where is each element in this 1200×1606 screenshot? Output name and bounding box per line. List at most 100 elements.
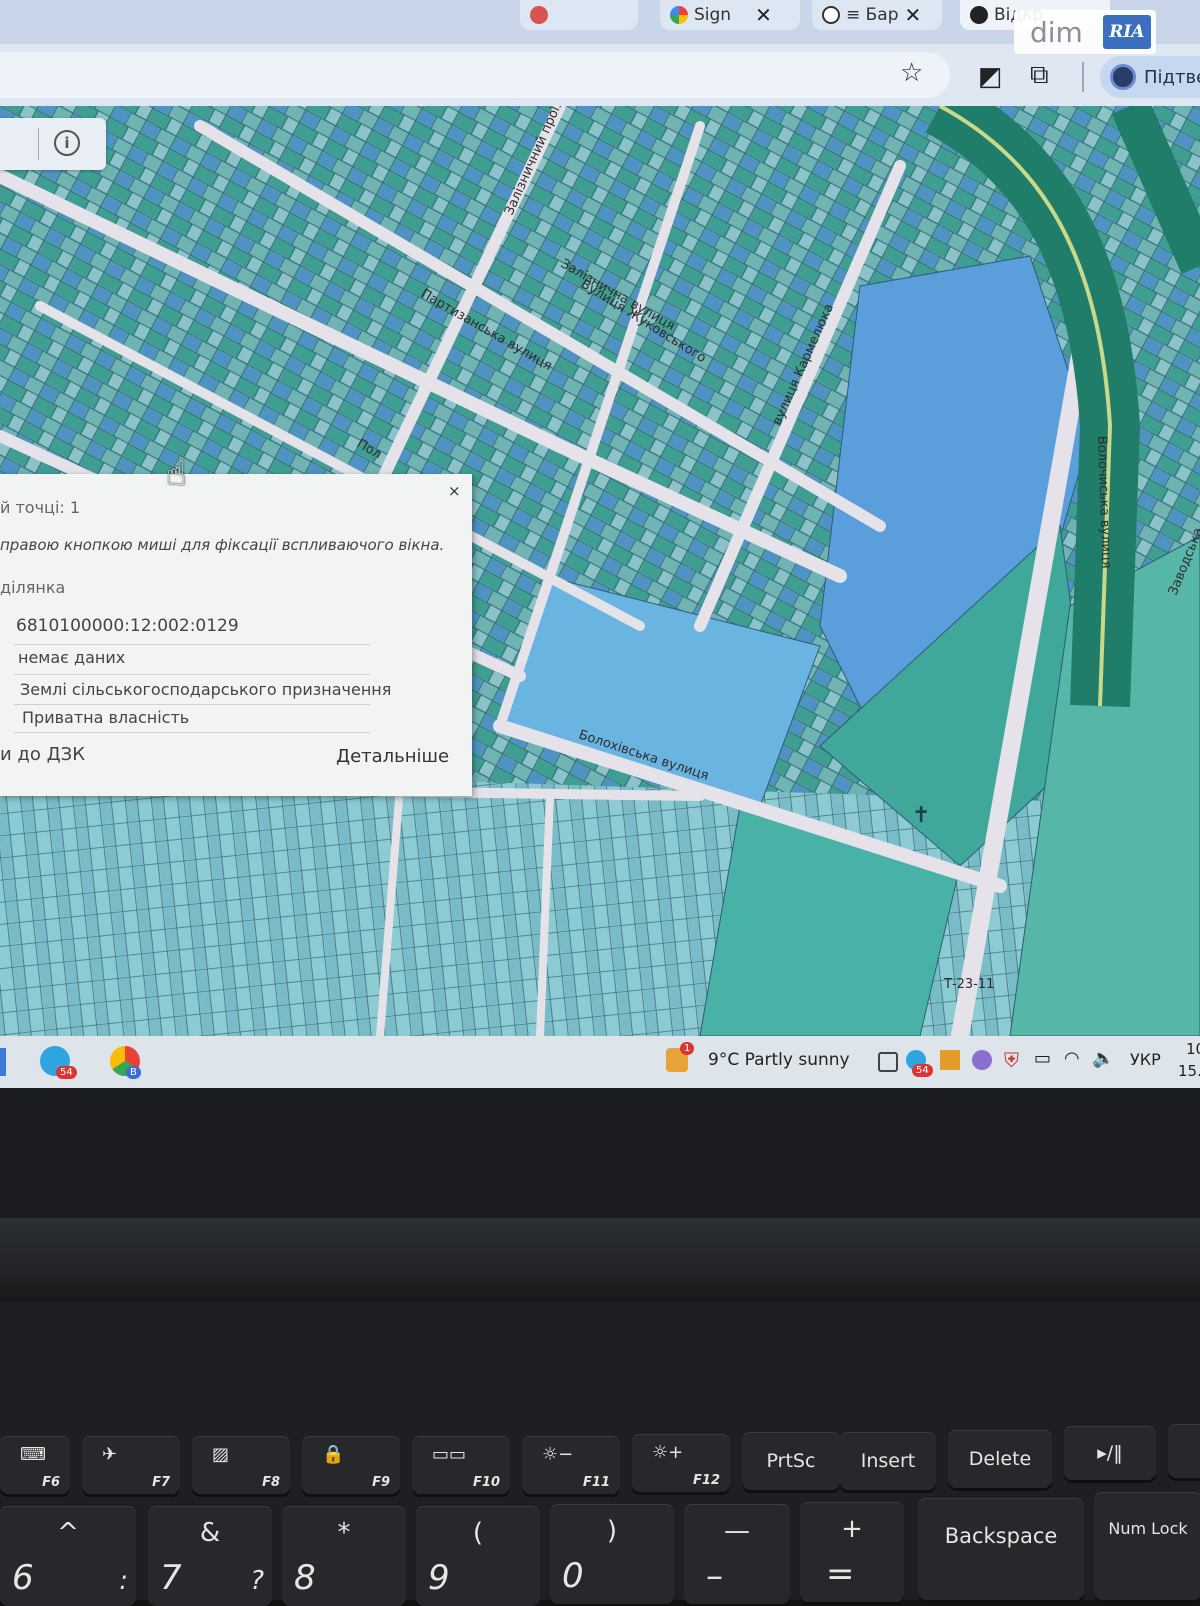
key-digit: 6 bbox=[12, 1558, 34, 1598]
star-icon[interactable]: ☆ bbox=[900, 58, 923, 88]
dzk-link[interactable]: и до ДЗК bbox=[0, 744, 85, 765]
key-digit: 9 bbox=[428, 1558, 450, 1598]
details-link[interactable]: Детальніше bbox=[336, 746, 449, 767]
close-icon[interactable]: × bbox=[448, 482, 461, 500]
hand-cursor-icon: ☝ bbox=[166, 454, 187, 494]
clock-date[interactable]: 15.0 bbox=[1178, 1062, 1200, 1080]
brightness-up-icon: ☼+ bbox=[652, 1442, 684, 1463]
key-digit: 7 bbox=[160, 1558, 182, 1598]
key-shift-char: * bbox=[337, 1518, 351, 1548]
close-icon[interactable]: ✕ bbox=[905, 3, 922, 27]
volume-icon[interactable]: 🔈 bbox=[1092, 1048, 1114, 1069]
tab-favicon-icon bbox=[530, 6, 548, 24]
key-equals[interactable]: + = bbox=[800, 1502, 904, 1602]
avatar bbox=[1110, 64, 1136, 90]
key-shift-char: & bbox=[199, 1518, 221, 1548]
purpose-code: немає даних bbox=[18, 648, 126, 667]
address-bar[interactable]: ☆ bbox=[0, 52, 950, 98]
brightness-down-icon: ☼− bbox=[542, 1444, 574, 1465]
tray-viber-icon[interactable] bbox=[972, 1050, 992, 1070]
key-digit: 0 bbox=[562, 1556, 584, 1596]
taskbar-item-partial[interactable] bbox=[0, 1048, 6, 1076]
key-f12[interactable]: ☼+ F12 bbox=[632, 1434, 730, 1492]
key-shift-char: ( bbox=[472, 1518, 484, 1548]
key-prtsc[interactable]: PrtSc bbox=[742, 1432, 840, 1490]
church-icon: ✝ bbox=[912, 803, 930, 828]
parcel-info-popup: × й точці: 1 правою кнопкою миші для фік… bbox=[0, 474, 472, 796]
tab-label: Sign bbox=[694, 5, 732, 25]
key-9[interactable]: ( 9 bbox=[416, 1506, 540, 1606]
cadastral-number: 6810100000:12:002:0129 bbox=[16, 616, 239, 636]
map-code-label: Т-23-11 bbox=[943, 977, 994, 992]
key-6[interactable]: ^ 6 : bbox=[0, 1506, 136, 1606]
laptop-bezel bbox=[0, 1088, 1200, 1218]
watermark-logo: dim RIA bbox=[1014, 10, 1156, 54]
row-divider bbox=[14, 732, 370, 733]
tray-badge: 54 bbox=[912, 1064, 933, 1077]
key-0[interactable]: ) 0 bbox=[550, 1504, 674, 1604]
popup-title: й точці: 1 bbox=[0, 498, 81, 517]
key-partial[interactable] bbox=[1168, 1424, 1200, 1478]
row-divider bbox=[14, 704, 370, 705]
map-info-control[interactable]: i bbox=[0, 118, 106, 170]
weather-badge: 1 bbox=[680, 1042, 695, 1055]
key-shift-char: + bbox=[841, 1514, 863, 1544]
key-7[interactable]: & 7 ? bbox=[148, 1506, 272, 1606]
key-digit: = bbox=[826, 1554, 855, 1594]
key-label: F8 bbox=[262, 1475, 280, 1490]
key-delete[interactable]: Delete bbox=[948, 1430, 1052, 1488]
key-f9[interactable]: 🔒 F9 bbox=[302, 1436, 400, 1494]
row-divider bbox=[14, 644, 370, 645]
key-alt-char: : bbox=[119, 1566, 128, 1596]
key-f6[interactable]: ⌨ F6 bbox=[0, 1436, 70, 1494]
shield-icon bbox=[822, 6, 840, 24]
language-indicator[interactable]: УКР bbox=[1130, 1050, 1161, 1069]
play-pause-icon: ▸/‖ bbox=[1097, 1442, 1123, 1464]
key-shift-char: ^ bbox=[57, 1518, 79, 1548]
key-f7[interactable]: ✈ F7 bbox=[82, 1436, 180, 1494]
weather-text[interactable]: 9°C Partly sunny bbox=[708, 1050, 850, 1070]
key-play-pause[interactable]: ▸/‖ bbox=[1064, 1426, 1156, 1480]
lock-icon: 🔒 bbox=[322, 1444, 345, 1465]
key-backspace[interactable]: Backspace bbox=[918, 1498, 1084, 1600]
tab-partial[interactable] bbox=[520, 0, 638, 30]
meet-icon[interactable] bbox=[878, 1052, 898, 1072]
tray-app-icon[interactable] bbox=[940, 1050, 960, 1070]
numlock-label: Num Lock bbox=[1108, 1519, 1188, 1538]
profile-button[interactable]: Підтве bbox=[1100, 56, 1200, 98]
windows-taskbar: 54 B 1 9°C Partly sunny 54 ⛨ ▭ ◠ 🔈 УКР 1… bbox=[0, 1036, 1200, 1088]
ownership-type: Приватна власність bbox=[22, 708, 190, 727]
key-numlock[interactable]: Num Lock bbox=[1094, 1492, 1200, 1600]
toolbar-divider bbox=[1082, 62, 1084, 92]
key-8[interactable]: * 8 bbox=[282, 1506, 406, 1606]
telegram-badge: 54 bbox=[56, 1066, 77, 1079]
puzzle-icon[interactable]: ⧉ bbox=[1030, 60, 1049, 91]
info-icon[interactable]: i bbox=[54, 130, 80, 156]
key-label: F7 bbox=[152, 1475, 170, 1490]
key-insert[interactable]: Insert bbox=[840, 1432, 936, 1490]
shield-icon[interactable]: ⛨ bbox=[1004, 1048, 1019, 1072]
tab-sign[interactable]: Sign ✕ bbox=[660, 0, 800, 30]
row-divider bbox=[14, 674, 370, 675]
key-label: F9 bbox=[372, 1475, 390, 1490]
key-label: F11 bbox=[583, 1475, 610, 1490]
key-label: F6 bbox=[42, 1475, 60, 1490]
key-minus[interactable]: — – bbox=[684, 1504, 790, 1604]
globe-icon bbox=[970, 6, 988, 24]
key-f8[interactable]: ▨ F8 bbox=[192, 1436, 290, 1494]
close-icon[interactable]: ✕ bbox=[755, 3, 772, 27]
battery-icon[interactable]: ▭ bbox=[1034, 1048, 1051, 1069]
display-icon: ▭▭ bbox=[432, 1444, 467, 1465]
key-f11[interactable]: ☼− F11 bbox=[522, 1436, 620, 1494]
clock-time[interactable]: 10 bbox=[1186, 1040, 1200, 1058]
tab-bar[interactable]: ≡ Бар ✕ bbox=[812, 0, 942, 30]
popup-section-title: ділянка bbox=[0, 578, 66, 597]
key-label: F12 bbox=[693, 1473, 720, 1488]
key-f10[interactable]: ▭▭ F10 bbox=[412, 1436, 510, 1494]
camera-off-icon: ▨ bbox=[212, 1444, 230, 1465]
extension-icon[interactable]: ◩ bbox=[978, 62, 1003, 92]
airplane-icon: ✈ bbox=[102, 1444, 118, 1465]
chrome-profile-badge: B bbox=[126, 1066, 141, 1079]
key-label: F10 bbox=[473, 1475, 500, 1490]
wifi-icon[interactable]: ◠ bbox=[1064, 1048, 1080, 1069]
